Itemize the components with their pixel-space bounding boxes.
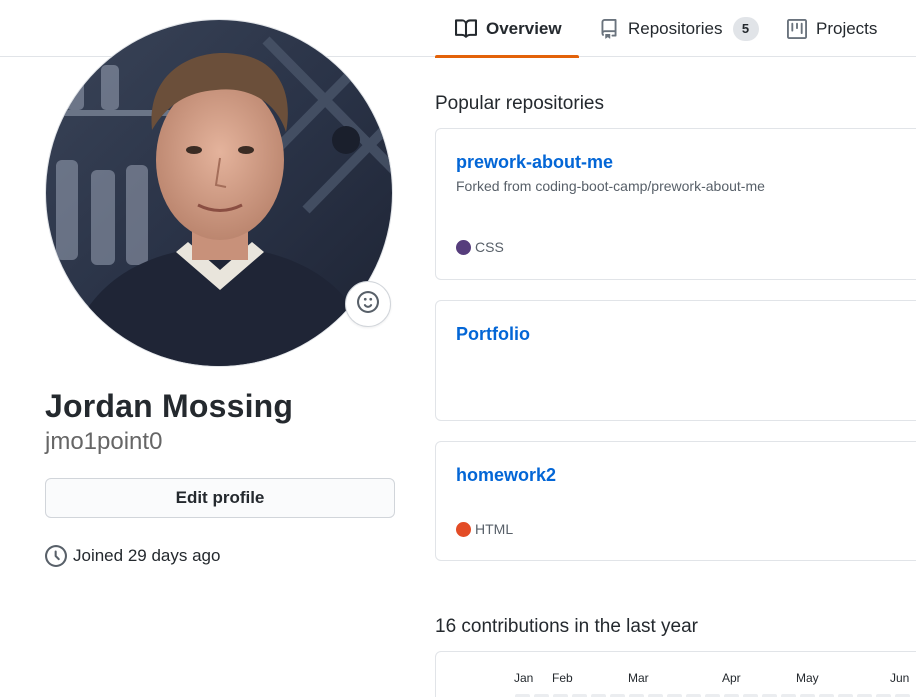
tab-projects[interactable]: Projects	[767, 0, 897, 57]
tab-overview-label: Overview	[486, 18, 562, 38]
repo-language: CSS	[456, 239, 504, 255]
joined-date: Joined 29 days ago	[45, 545, 220, 567]
tab-overview[interactable]: Overview	[435, 0, 579, 58]
month-label: Mar	[628, 671, 649, 685]
tab-repositories[interactable]: Repositories 5	[579, 0, 767, 57]
repo-language-label: CSS	[475, 239, 504, 255]
repositories-count-badge: 5	[732, 16, 759, 41]
smiley-icon	[357, 290, 379, 318]
avatar[interactable]	[45, 19, 393, 367]
profile-tabs: Overview Repositories 5 Projects	[435, 0, 897, 58]
repo-language-label: HTML	[475, 521, 514, 537]
joined-label: Joined 29 days ago	[73, 546, 221, 565]
clock-icon	[45, 545, 67, 567]
project-icon	[787, 18, 807, 40]
contribution-calendar: Jan Feb Mar Apr May Jun	[435, 651, 916, 697]
profile-login: jmo1point0	[45, 428, 163, 455]
repo-link[interactable]: Portfolio	[456, 324, 530, 345]
month-label: Feb	[552, 671, 573, 685]
repo-card: prework-about-me Forked from coding-boot…	[435, 128, 916, 280]
repo-card: Portfolio	[435, 300, 916, 421]
month-label: May	[796, 671, 819, 685]
month-label: Jan	[514, 671, 534, 685]
language-color-dot	[456, 239, 471, 255]
repo-link[interactable]: homework2	[456, 465, 556, 486]
avatar-photo	[46, 20, 392, 366]
set-status-button[interactable]	[345, 281, 391, 327]
month-label: Apr	[722, 671, 741, 685]
tab-projects-label: Projects	[816, 18, 878, 38]
repo-fork-note: Forked from coding-boot-camp/prework-abo…	[456, 178, 765, 194]
book-icon	[455, 18, 477, 40]
edit-profile-button[interactable]: Edit profile	[45, 478, 395, 518]
repo-link[interactable]: prework-about-me	[456, 152, 613, 173]
repo-language: HTML	[456, 521, 513, 537]
language-color-dot	[456, 521, 471, 537]
popular-repositories-title: Popular repositories	[435, 93, 604, 114]
contributions-title: 16 contributions in the last year	[435, 616, 698, 637]
profile-name: Jordan Mossing	[45, 388, 294, 424]
tab-repositories-label: Repositories	[628, 18, 723, 38]
repo-icon	[599, 18, 619, 40]
repo-card: homework2 HTML	[435, 441, 916, 561]
month-label: Jun	[890, 671, 910, 685]
